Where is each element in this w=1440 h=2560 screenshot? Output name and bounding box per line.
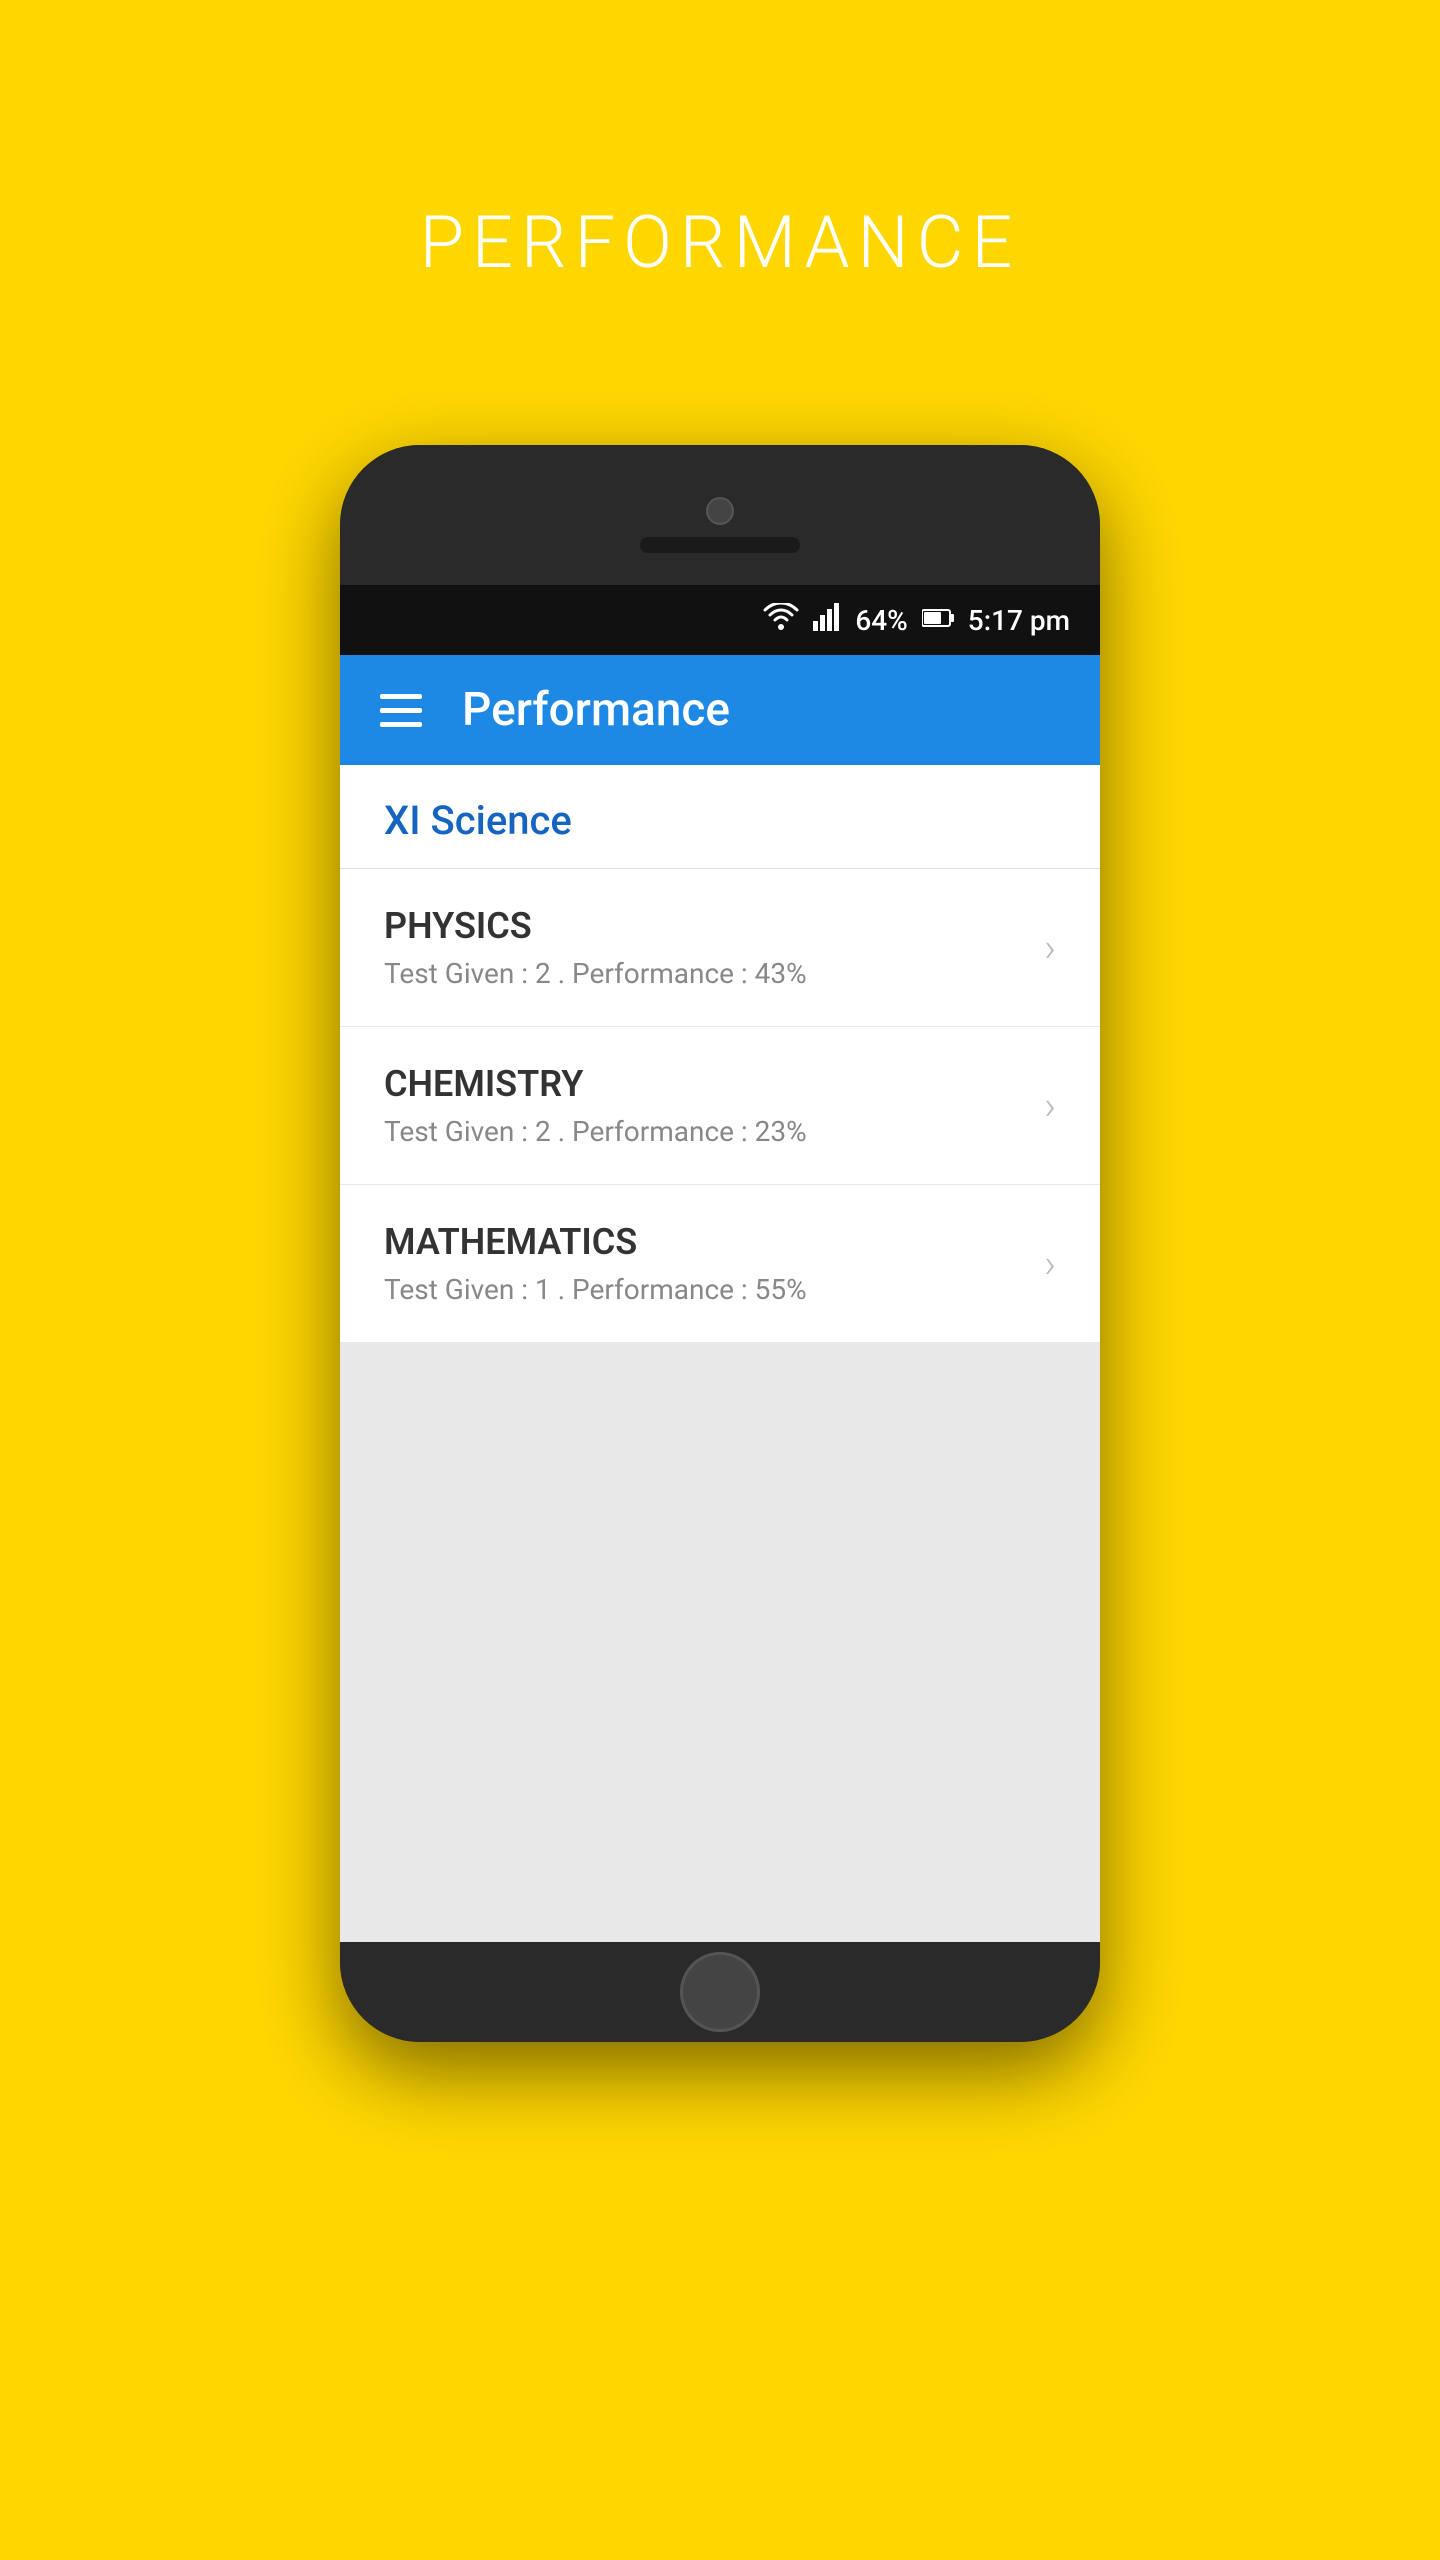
section-title: XI Science xyxy=(384,797,572,844)
phone-mockup: 64% 5:17 pm Performance XI Science xyxy=(340,445,1100,2042)
subject-info-physics: PHYSICS Test Given : 2 . Performance : 4… xyxy=(384,905,1044,990)
subject-stats-chemistry: Test Given : 2 . Performance : 23% xyxy=(384,1115,1044,1148)
battery-text: 64% xyxy=(855,604,907,637)
content-area: XI Science PHYSICS Test Given : 2 . Perf… xyxy=(340,765,1100,1942)
phone-top-bar xyxy=(340,445,1100,585)
hamburger-line-2 xyxy=(380,708,422,713)
home-button[interactable] xyxy=(680,1952,760,2032)
subject-name-chemistry: CHEMISTRY xyxy=(384,1063,1044,1105)
card-section-header: XI Science xyxy=(340,765,1100,869)
empty-content-area xyxy=(340,1342,1100,1942)
app-header-title: Performance xyxy=(462,683,730,737)
chevron-right-chemistry: › xyxy=(1044,1082,1056,1129)
page-title: PERFORMANCE xyxy=(420,200,1021,285)
hamburger-line-3 xyxy=(380,722,422,727)
subject-name-mathematics: MATHEMATICS xyxy=(384,1221,1044,1263)
wifi-icon xyxy=(763,603,799,638)
subject-stats-mathematics: Test Given : 1 . Performance : 55% xyxy=(384,1273,1044,1306)
speaker-grille xyxy=(640,537,800,553)
phone-bottom-bar xyxy=(340,1942,1100,2042)
subject-name-physics: PHYSICS xyxy=(384,905,1044,947)
battery-icon xyxy=(922,605,954,635)
chevron-right-mathematics: › xyxy=(1044,1240,1056,1287)
app-header: Performance xyxy=(340,655,1100,765)
status-bar: 64% 5:17 pm xyxy=(340,585,1100,655)
subject-item-mathematics[interactable]: MATHEMATICS Test Given : 1 . Performance… xyxy=(340,1185,1100,1342)
signal-icon xyxy=(813,603,841,638)
subject-info-chemistry: CHEMISTRY Test Given : 2 . Performance :… xyxy=(384,1063,1044,1148)
subject-item-chemistry[interactable]: CHEMISTRY Test Given : 2 . Performance :… xyxy=(340,1027,1100,1185)
subject-stats-physics: Test Given : 2 . Performance : 43% xyxy=(384,957,1044,990)
hamburger-line-1 xyxy=(380,694,422,699)
chevron-right-physics: › xyxy=(1044,924,1056,971)
subjects-card: XI Science PHYSICS Test Given : 2 . Perf… xyxy=(340,765,1100,1342)
subject-info-mathematics: MATHEMATICS Test Given : 1 . Performance… xyxy=(384,1221,1044,1306)
subject-item-physics[interactable]: PHYSICS Test Given : 2 . Performance : 4… xyxy=(340,869,1100,1027)
time-text: 5:17 pm xyxy=(968,604,1070,637)
hamburger-menu-button[interactable] xyxy=(380,694,422,727)
camera-lens xyxy=(706,497,734,525)
